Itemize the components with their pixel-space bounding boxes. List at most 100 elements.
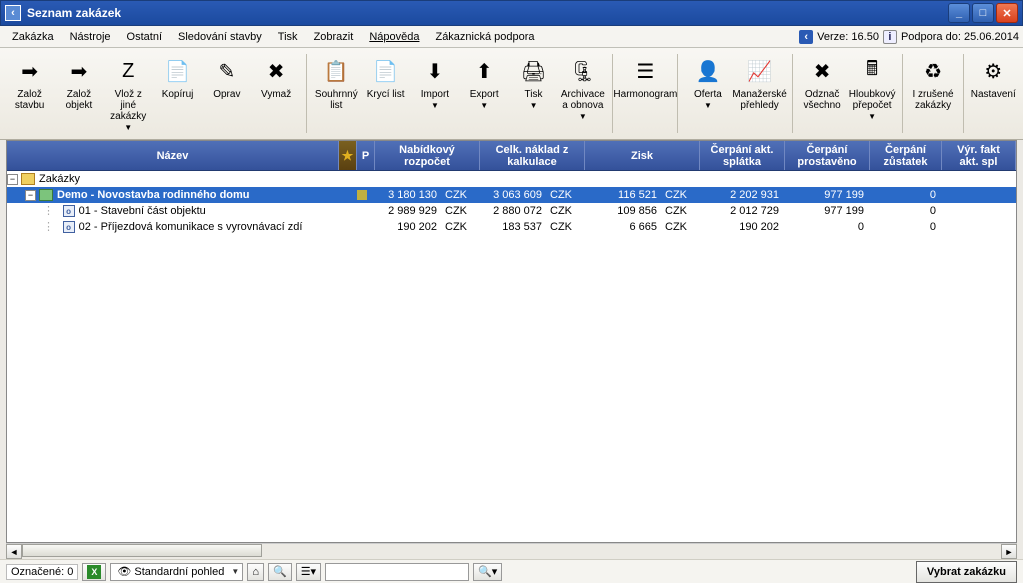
cur-celk: CZK <box>548 189 585 201</box>
archivace-label: Archivace a obnova <box>560 89 605 111</box>
val-celk: 2 880 072 <box>480 205 548 217</box>
col-celk-naklad[interactable]: Celk. náklad z kalkulace <box>480 141 585 170</box>
cur-nab: CZK <box>443 189 480 201</box>
toolbar-vloz-z-jine[interactable]: ZVlož z jiné zakázky▼ <box>105 52 152 135</box>
menubar: ZakázkaNástrojeOstatníSledování stavbyTi… <box>0 26 1023 48</box>
toolbar-export[interactable]: ⬆Export▼ <box>461 52 508 113</box>
menu-zakázka[interactable]: Zakázka <box>4 29 62 45</box>
toolbar-odznac[interactable]: ✖Odznač všechno <box>798 52 845 114</box>
toolbar-tisk[interactable]: 🖨Tisk▼ <box>510 52 557 113</box>
filter-input[interactable] <box>325 563 469 581</box>
col-nabidkovy[interactable]: Nabídkový rozpočet <box>375 141 480 170</box>
statusbar: Označené: 0 X Standardní pohled ⌂ 🔍 ☰▾ 🔍… <box>0 559 1023 583</box>
table-row[interactable]: ⋮ o02 - Příjezdová komunikace s vyrovnáv… <box>7 219 1016 235</box>
val-cerp-pro: 977 199 <box>785 205 870 217</box>
toolbar-zaloz-objekt[interactable]: ➡Založ objekt <box>55 52 102 114</box>
horizontal-scrollbar[interactable]: ◄ ► <box>6 543 1017 559</box>
odznac-icon: ✖ <box>806 55 838 87</box>
col-star[interactable]: ★ <box>339 141 357 170</box>
archivace-icon: 🗜 <box>567 55 599 87</box>
table-row[interactable]: ⋮ o01 - Stavební část objektu2 989 929CZ… <box>7 203 1016 219</box>
izrusene-label: I zrušené zakázky <box>910 89 955 111</box>
table-row[interactable]: −Demo - Novostavba rodinného domu3 180 1… <box>7 187 1016 203</box>
scroll-track[interactable] <box>22 544 1001 559</box>
toolbar-vymaz[interactable]: ✖Vymaž <box>252 52 299 103</box>
oferta-label: Oferta <box>694 89 722 100</box>
table-row[interactable]: −Zakázky <box>7 171 1016 187</box>
folder-icon <box>21 173 35 185</box>
vloz-z-jine-icon: Z <box>112 55 144 87</box>
hloubkovy-label: Hloubkový přepočet <box>849 89 896 111</box>
vybrat-zakazku-button[interactable]: Vybrat zakázku <box>916 561 1017 583</box>
scroll-right-button[interactable]: ► <box>1001 544 1017 559</box>
menu-sledování-stavby[interactable]: Sledování stavby <box>170 29 270 45</box>
export-icon: ⬆ <box>468 55 500 87</box>
col-cerpani-akt[interactable]: Čerpání akt. splátka <box>700 141 785 170</box>
toolbar-oprav[interactable]: ✎Oprav <box>203 52 250 103</box>
tree-area[interactable]: −Zakázky −Demo - Novostavba rodinného dom… <box>7 171 1016 542</box>
harmonogram-label: Harmonogram <box>613 89 677 100</box>
close-button[interactable]: ✕ <box>996 3 1018 23</box>
info-icon[interactable]: i <box>883 30 897 44</box>
import-icon: ⬇ <box>419 55 451 87</box>
search-button[interactable]: 🔍 <box>268 563 292 581</box>
search-dropdown-button[interactable]: 🔍▾ <box>473 563 502 581</box>
menu-zobrazit[interactable]: Zobrazit <box>306 29 362 45</box>
col-p[interactable]: P <box>357 141 375 170</box>
val-cerp-akt: 2 012 729 <box>700 205 785 217</box>
kryci-list-icon: 📄 <box>370 55 402 87</box>
star-cell <box>357 190 375 200</box>
toolbar-hloubkovy[interactable]: 🖩Hloubkový přepočet▼ <box>848 52 897 124</box>
hloubkovy-icon: 🖩 <box>856 55 888 87</box>
export-label: Export <box>470 89 499 100</box>
home-button[interactable]: ⌂ <box>247 563 264 581</box>
menu-tisk[interactable]: Tisk <box>270 29 306 45</box>
menu-nápověda[interactable]: Nápověda <box>361 29 427 45</box>
toolbar-izrusene[interactable]: ♻I zrušené zakázky <box>909 52 956 114</box>
col-name[interactable]: Název <box>7 141 339 170</box>
kopiruj-label: Kopíruj <box>162 89 194 100</box>
menu-nástroje[interactable]: Nástroje <box>62 29 119 45</box>
scroll-left-button[interactable]: ◄ <box>6 544 22 559</box>
tree-toggle[interactable]: − <box>25 190 36 201</box>
zaloz-objekt-label: Založ objekt <box>56 89 101 111</box>
row-name: −Zakázky <box>7 173 357 185</box>
scroll-thumb[interactable] <box>22 544 262 557</box>
toolbar-souhrnny-list[interactable]: 📋Souhrnný list <box>313 52 360 114</box>
toolbar-oferta[interactable]: 👤Oferta▼ <box>684 52 731 113</box>
col-cerpani-zustatek[interactable]: Čerpání zůstatek <box>870 141 942 170</box>
nastaveni-label: Nastavení <box>971 89 1016 100</box>
list-button[interactable]: ☰▾ <box>296 563 321 581</box>
toolbar-kryci-list[interactable]: 📄Krycí list <box>362 52 409 103</box>
cur-zisk: CZK <box>663 205 700 217</box>
tisk-label: Tisk <box>525 89 543 100</box>
minimize-button[interactable]: _ <box>948 3 970 23</box>
toolbar-kopiruj[interactable]: 📄 Kopíruj <box>154 52 201 103</box>
val-celk: 3 063 609 <box>480 189 548 201</box>
col-cerpani-prostaveno[interactable]: Čerpání prostavěno <box>785 141 870 170</box>
object-icon: o <box>63 205 75 217</box>
zaloz-stavbu-label: Založ stavbu <box>7 89 52 111</box>
toolbar-zaloz-stavbu[interactable]: ➡Založ stavbu <box>6 52 53 114</box>
val-cerp-pro: 977 199 <box>785 189 870 201</box>
dropdown-icon: ▼ <box>124 123 132 132</box>
toolbar-harmonogram[interactable]: ☰Harmonogram <box>619 52 671 103</box>
toolbar: ➡Založ stavbu➡Založ objektZVlož z jiné z… <box>0 48 1023 140</box>
row-name: ⋮ o02 - Příjezdová komunikace s vyrovnáv… <box>7 220 357 234</box>
menu-zákaznická-podpora[interactable]: Zákaznická podpora <box>427 29 542 45</box>
tree-toggle[interactable]: − <box>7 174 18 185</box>
view-select[interactable]: Standardní pohled <box>110 563 243 581</box>
maximize-button[interactable]: □ <box>972 3 994 23</box>
val-cerp-zust: 0 <box>870 221 942 233</box>
cur-zisk: CZK <box>663 189 700 201</box>
excel-export-button[interactable]: X <box>82 563 106 581</box>
col-vyr-fakt[interactable]: Výr. fakt akt. spl <box>942 141 1016 170</box>
toolbar-manazerske[interactable]: 📈Manažerské přehledy <box>734 52 786 114</box>
col-zisk[interactable]: Zisk <box>585 141 700 170</box>
toolbar-archivace[interactable]: 🗜Archivace a obnova▼ <box>559 52 606 124</box>
dropdown-icon: ▼ <box>579 112 587 121</box>
kopiruj-icon: 📄 <box>162 55 194 87</box>
toolbar-nastaveni[interactable]: ⚙Nastavení <box>970 52 1017 103</box>
menu-ostatní[interactable]: Ostatní <box>119 29 170 45</box>
toolbar-import[interactable]: ⬇Import▼ <box>411 52 458 113</box>
